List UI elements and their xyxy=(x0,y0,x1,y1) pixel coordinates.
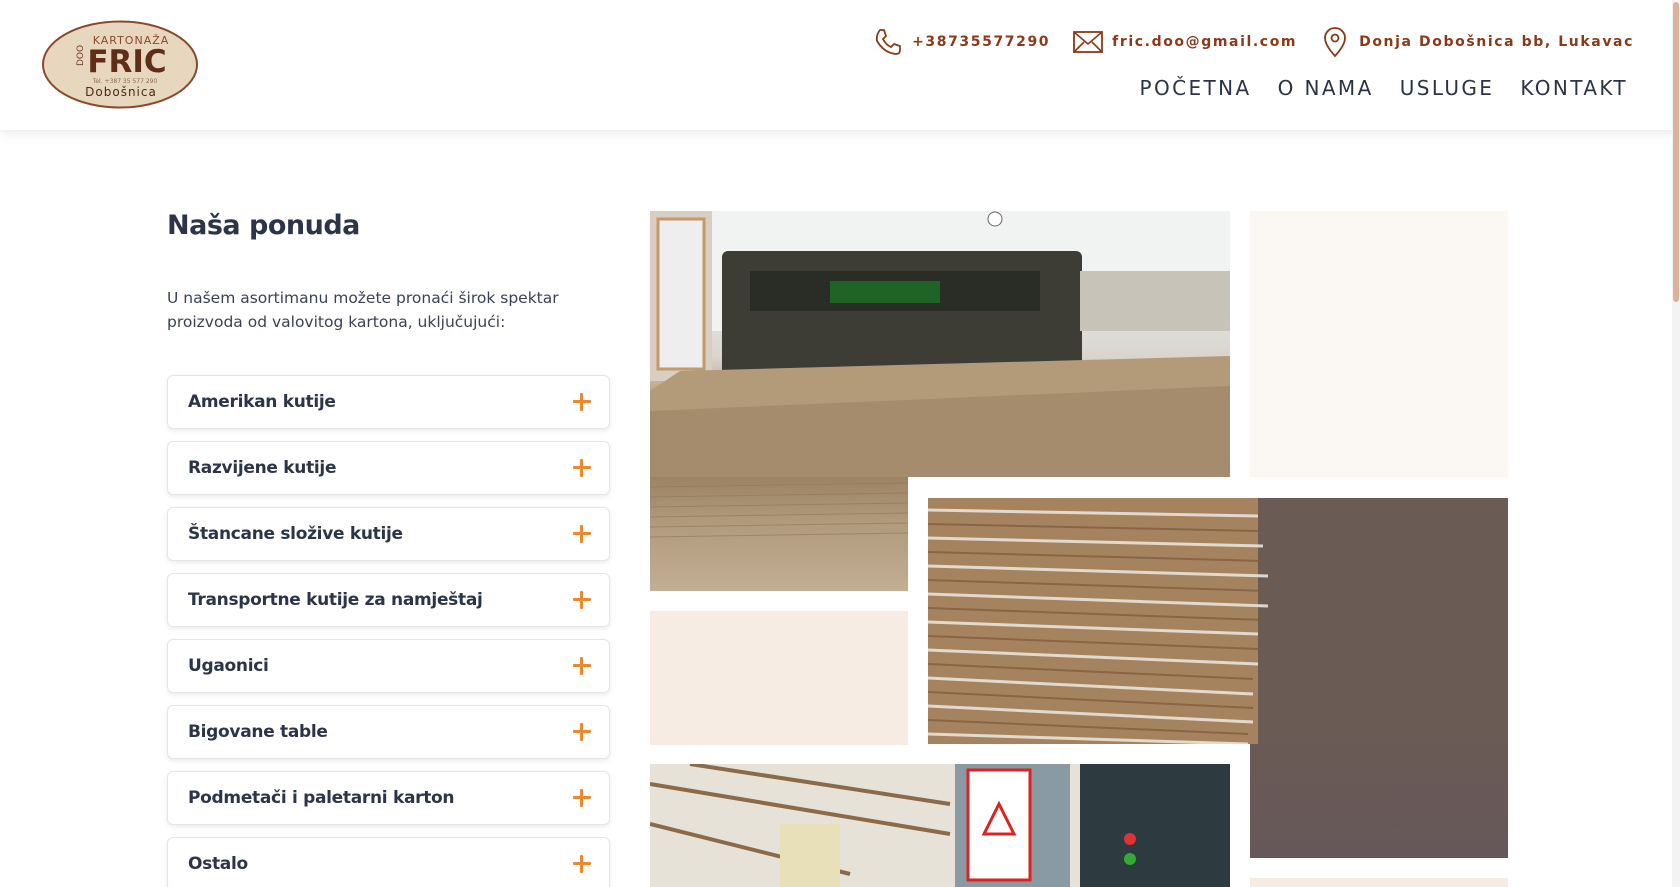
nav-item-usluge[interactable]: USLUGE xyxy=(1400,76,1495,100)
plus-icon[interactable] xyxy=(573,393,591,411)
contact-bar: +38735577290 fric.doo@gmail.com Donja Do… xyxy=(850,27,1634,58)
warehouse-warning-photo xyxy=(650,764,1230,887)
contact-email[interactable]: fric.doo@gmail.com xyxy=(1072,27,1297,57)
plus-icon[interactable] xyxy=(573,657,591,675)
envelope-icon xyxy=(1072,27,1104,57)
decor-block xyxy=(1250,211,1508,477)
corrugated-cardboard-photo-extension xyxy=(1250,744,1508,858)
accordion-label: Transportne kutije za namještaj xyxy=(188,590,483,610)
accordion-label: Ostalo xyxy=(188,854,248,874)
accordion-label: Podmetači i paletarni karton xyxy=(188,788,455,808)
accordion-label: Razvijene kutije xyxy=(188,458,337,478)
accordion-label: Bigovane table xyxy=(188,722,328,742)
site-header: KARTONAŽA DOO FRIC Tel. +387 35 577 290 … xyxy=(0,0,1680,130)
section-intro: U našem asortimanu možete pronaći širok … xyxy=(167,289,559,331)
nav-item-pocetna[interactable]: POČETNA xyxy=(1140,76,1252,100)
logo-phone: Tel. +387 35 577 290 xyxy=(92,78,158,85)
accordion-label: Ugaonici xyxy=(188,656,269,676)
accordion-item-razvijene-kutije[interactable]: Razvijene kutije xyxy=(167,441,610,495)
accordion-item-transportne-kutije[interactable]: Transportne kutije za namještaj xyxy=(167,573,610,627)
plus-icon[interactable] xyxy=(573,723,591,741)
location-pin-icon xyxy=(1319,27,1351,58)
plus-icon[interactable] xyxy=(573,591,591,609)
plus-icon[interactable] xyxy=(573,525,591,543)
accordion-item-bigovane-table[interactable]: Bigovane table xyxy=(167,705,610,759)
phone-number: +38735577290 xyxy=(912,34,1051,50)
page-scrollbar[interactable] xyxy=(1672,0,1680,887)
address-text: Donja Dobošnica bb, Lukavac xyxy=(1359,34,1634,50)
accordion-item-amerikan-kutije[interactable]: Amerikan kutije xyxy=(167,375,610,429)
plus-icon[interactable] xyxy=(573,789,591,807)
plus-icon[interactable] xyxy=(573,459,591,477)
accordion-label: Štancane složive kutije xyxy=(188,524,403,544)
accordion-item-ostalo[interactable]: Ostalo xyxy=(167,837,610,887)
contact-address[interactable]: Donja Dobošnica bb, Lukavac xyxy=(1319,27,1634,58)
corrugated-cardboard-photo xyxy=(928,498,1508,744)
accordion-label: Amerikan kutije xyxy=(188,392,336,412)
offer-accordion: Amerikan kutije Razvijene kutije Štancan… xyxy=(167,375,610,887)
factory-machine-photo xyxy=(650,211,1230,477)
logo[interactable]: KARTONAŽA DOO FRIC Tel. +387 35 577 290 … xyxy=(41,20,199,109)
decor-block xyxy=(650,611,908,745)
contact-phone[interactable]: +38735577290 xyxy=(872,27,1050,57)
accordion-item-podmetaci[interactable]: Podmetači i paletarni karton xyxy=(167,771,610,825)
main-nav: POČETNA O NAMA USLUGE KONTAKT xyxy=(1114,76,1628,100)
plus-icon[interactable] xyxy=(573,855,591,873)
email-address: fric.doo@gmail.com xyxy=(1112,34,1298,50)
accordion-item-ugaonici[interactable]: Ugaonici xyxy=(167,639,610,693)
decor-block xyxy=(1250,878,1508,887)
accordion-item-stancane-slozive-kutije[interactable]: Štancane složive kutije xyxy=(167,507,610,561)
section-title: Naša ponuda xyxy=(167,210,360,241)
nav-item-kontakt[interactable]: KONTAKT xyxy=(1520,76,1628,100)
nav-item-o-nama[interactable]: O NAMA xyxy=(1278,76,1374,100)
phone-icon xyxy=(872,27,904,57)
logo-brand: FRIC xyxy=(87,44,166,80)
cardboard-stack-photo xyxy=(650,477,908,591)
logo-town: Dobošnica xyxy=(85,85,157,99)
scrollbar-thumb[interactable] xyxy=(1673,2,1679,302)
logo-side-text: DOO xyxy=(76,45,86,66)
